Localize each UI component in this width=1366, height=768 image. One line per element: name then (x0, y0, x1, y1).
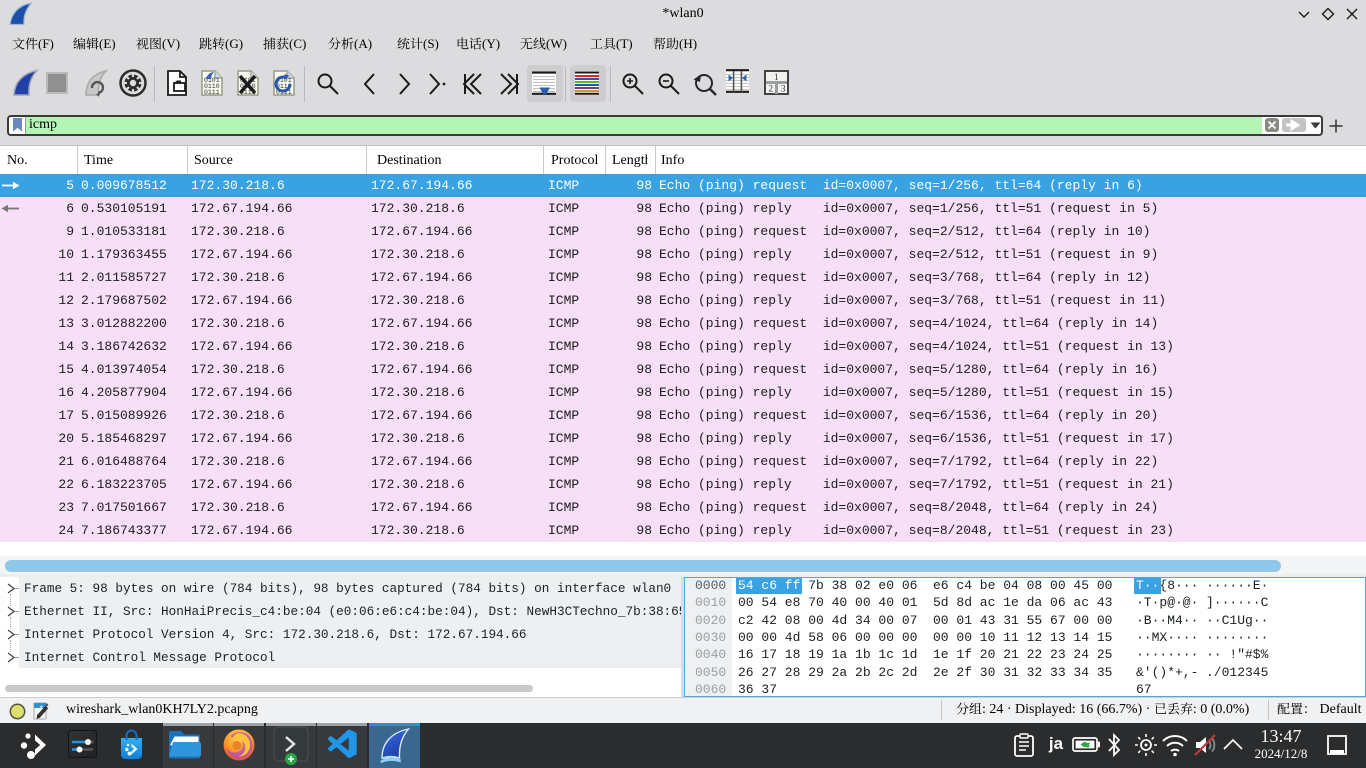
svg-text:1: 1 (774, 72, 779, 82)
svg-text:3: 3 (781, 84, 786, 94)
svg-text:0111: 0111 (204, 89, 220, 96)
svg-text:2: 2 (769, 84, 774, 94)
